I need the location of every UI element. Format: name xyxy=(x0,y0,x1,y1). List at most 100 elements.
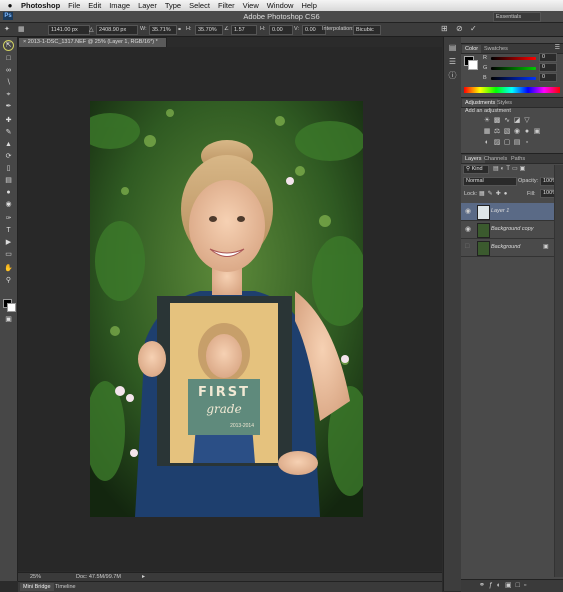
transform-tool-icon[interactable]: ✦ xyxy=(4,25,10,33)
constrain-link-icon[interactable]: ⚭ xyxy=(177,26,182,33)
menu-file[interactable]: File xyxy=(68,1,80,10)
x-position-field[interactable]: 1141.00 px xyxy=(48,25,90,35)
menu-help[interactable]: Help xyxy=(301,1,316,10)
blue-value[interactable]: 0 xyxy=(539,73,557,82)
move-tool-icon[interactable]: ⇱ xyxy=(3,40,14,51)
color-lookup-adj-icon[interactable]: ▣ xyxy=(533,128,541,136)
exposure-adj-icon[interactable]: ◪ xyxy=(513,117,521,125)
tab-color[interactable]: Color xyxy=(462,45,482,53)
menu-filter[interactable]: Filter xyxy=(218,1,235,10)
tab-swatches[interactable]: Swatches xyxy=(481,45,511,53)
photo-canvas[interactable]: FIRST grade 2013-2014 xyxy=(90,101,363,517)
tab-styles[interactable]: Styles xyxy=(494,99,515,107)
layer-row-background[interactable]: □ Background ▣ xyxy=(461,239,555,257)
healing-tool-icon[interactable]: ✚ xyxy=(3,116,14,125)
blur-tool-icon[interactable]: ● xyxy=(3,188,14,197)
brightness-adj-icon[interactable]: ☀ xyxy=(483,117,491,125)
workspace-select[interactable]: Essentials xyxy=(493,12,541,22)
dodge-tool-icon[interactable]: ◉ xyxy=(3,200,14,209)
rotate-field[interactable]: 1.57 xyxy=(231,25,257,35)
tab-mini-bridge[interactable]: Mini Bridge xyxy=(20,583,54,591)
cancel-transform-icon[interactable]: ⊘ xyxy=(456,24,463,33)
eyedropper-tool-icon[interactable]: ✒ xyxy=(3,102,14,111)
green-value[interactable]: 0 xyxy=(539,63,557,72)
channel-mixer-adj-icon[interactable]: ● xyxy=(523,128,531,136)
menu-image[interactable]: Image xyxy=(109,1,130,10)
status-menu-icon[interactable]: ▸ xyxy=(142,573,145,580)
history-panel-icon[interactable]: ▤ xyxy=(447,43,458,53)
tab-timeline[interactable]: Timeline xyxy=(52,583,79,591)
posterize-adj-icon[interactable]: ▨ xyxy=(493,139,501,147)
menu-window[interactable]: Window xyxy=(267,1,294,10)
quick-mask-icon[interactable]: ▣ xyxy=(3,315,14,324)
menu-layer[interactable]: Layer xyxy=(138,1,157,10)
lock-icons[interactable]: ▦✎✚● xyxy=(479,190,510,197)
menu-select[interactable]: Select xyxy=(189,1,210,10)
levels-adj-icon[interactable]: ▩ xyxy=(493,117,501,125)
color-spectrum-ramp[interactable] xyxy=(464,87,560,93)
link-icon[interactable]: △ xyxy=(89,26,94,33)
red-slider[interactable] xyxy=(491,57,536,60)
gradient-map-adj-icon[interactable]: ▤ xyxy=(513,139,521,147)
gradient-tool-icon[interactable]: ▤ xyxy=(3,176,14,185)
path-select-tool-icon[interactable]: ▶ xyxy=(3,238,14,247)
width-field[interactable]: 35.71% xyxy=(149,25,177,35)
hue-sat-adj-icon[interactable]: ▦ xyxy=(483,128,491,136)
interpolation-select[interactable]: Bicubic xyxy=(353,25,381,35)
apple-menu-icon[interactable]: ● xyxy=(5,1,15,10)
layers-scrollbar[interactable] xyxy=(554,165,563,577)
eraser-tool-icon[interactable]: ▯ xyxy=(3,164,14,173)
background-color-swatch[interactable] xyxy=(7,303,16,312)
marquee-tool-icon[interactable]: □ xyxy=(3,54,14,63)
stamp-tool-icon[interactable]: ▲ xyxy=(3,140,14,149)
bw-adj-icon[interactable]: ▧ xyxy=(503,128,511,136)
threshold-adj-icon[interactable]: ▢ xyxy=(503,139,511,147)
layer-row-layer-1[interactable]: ◉ Layer 1 xyxy=(461,203,555,221)
layer-filter-icons[interactable]: ▤◐T▭▣ xyxy=(493,165,527,172)
info-panel-icon[interactable]: ⓘ xyxy=(447,71,458,81)
layer-filter-kind[interactable]: ⚲ Kind xyxy=(463,165,489,174)
pen-tool-icon[interactable]: ✑ xyxy=(3,214,14,223)
tab-paths[interactable]: Paths xyxy=(508,155,528,163)
red-value[interactable]: 0 xyxy=(539,53,557,62)
invert-adj-icon[interactable]: ◐ xyxy=(483,139,491,147)
type-tool-icon[interactable]: T xyxy=(3,226,14,235)
menu-edit[interactable]: Edit xyxy=(88,1,101,10)
tab-adjustments[interactable]: Adjustments xyxy=(462,99,499,107)
layer-row-background-copy[interactable]: ◉ Background copy xyxy=(461,221,555,239)
selective-color-adj-icon[interactable]: ▫ xyxy=(523,139,531,147)
hskew-field[interactable]: 0.00 xyxy=(269,25,293,35)
tab-channels[interactable]: Channels xyxy=(481,155,510,163)
green-slider[interactable] xyxy=(491,67,536,70)
color-background-swatch[interactable] xyxy=(468,60,478,70)
lasso-tool-icon[interactable]: ∞ xyxy=(3,66,14,75)
zoom-level[interactable]: 25% xyxy=(30,574,41,580)
blend-mode-select[interactable]: Normal xyxy=(463,177,517,186)
commit-transform-icon[interactable]: ✓ xyxy=(470,24,477,33)
menu-view[interactable]: View xyxy=(243,1,259,10)
brush-tool-icon[interactable]: ✎ xyxy=(3,128,14,137)
y-position-field[interactable]: 2408.90 px xyxy=(96,25,138,35)
layers-footer-icons[interactable]: ⚭ƒ◐▣□▫ xyxy=(479,581,530,589)
properties-panel-icon[interactable]: ☰ xyxy=(447,57,458,67)
menu-type[interactable]: Type xyxy=(165,1,181,10)
photo-filter-adj-icon[interactable]: ◉ xyxy=(513,128,521,136)
zoom-tool-icon[interactable]: ⚲ xyxy=(3,276,14,285)
warp-icon[interactable]: ⊞ xyxy=(441,24,448,33)
menu-app[interactable]: Photoshop xyxy=(21,1,60,10)
reference-point-icon[interactable]: ▦ xyxy=(18,25,25,33)
height-field[interactable]: 35.70% xyxy=(195,25,223,35)
color-balance-adj-icon[interactable]: ⚖ xyxy=(493,128,501,136)
curves-adj-icon[interactable]: ∿ xyxy=(503,117,511,125)
visibility-eye-icon[interactable]: ◉ xyxy=(465,225,471,233)
crop-tool-icon[interactable]: ⌖ xyxy=(3,90,14,99)
vibrance-adj-icon[interactable]: ▽ xyxy=(523,117,531,125)
quick-select-tool-icon[interactable]: ∖ xyxy=(3,78,14,87)
panel-menu-icon[interactable]: ☰ xyxy=(555,44,560,51)
shape-tool-icon[interactable]: ▭ xyxy=(3,250,14,259)
visibility-off-icon[interactable]: □ xyxy=(465,243,469,250)
visibility-eye-icon[interactable]: ◉ xyxy=(465,207,471,215)
hand-tool-icon[interactable]: ✋ xyxy=(3,264,14,273)
history-brush-icon[interactable]: ⟳ xyxy=(3,152,14,161)
blue-slider[interactable] xyxy=(491,77,536,80)
